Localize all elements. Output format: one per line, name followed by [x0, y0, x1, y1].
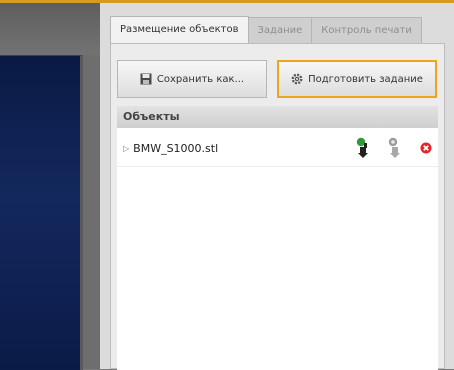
- object-name: BMW_S1000.stl: [133, 141, 219, 155]
- tab-content: Сохранить как... Подготовить задание Объ…: [110, 43, 445, 370]
- save-as-button[interactable]: Сохранить как...: [117, 60, 267, 98]
- objects-section-title: Объекты: [117, 106, 438, 128]
- tab-print-control[interactable]: Контроль печати: [311, 17, 422, 43]
- remove-support-icon[interactable]: [388, 137, 402, 159]
- expand-arrow-icon[interactable]: ▷: [123, 144, 129, 153]
- delete-icon[interactable]: [420, 142, 432, 154]
- right-panel: Размещение объектов Задание Контроль печ…: [100, 3, 454, 370]
- gear-icon: [291, 73, 303, 85]
- viewport-header: [0, 0, 100, 58]
- list-item[interactable]: ▷ BMW_S1000.stl: [117, 130, 438, 167]
- prepare-job-button[interactable]: Подготовить задание: [277, 60, 437, 98]
- save-as-label: Сохранить как...: [156, 73, 245, 85]
- floppy-disk-icon: [140, 73, 152, 85]
- 3d-viewport[interactable]: [0, 55, 83, 370]
- tab-job[interactable]: Задание: [247, 17, 313, 43]
- add-support-icon[interactable]: [356, 137, 370, 159]
- prepare-job-label: Подготовить задание: [308, 73, 423, 85]
- tab-object-placement[interactable]: Размещение объектов: [110, 16, 249, 44]
- row-actions: [338, 130, 432, 166]
- tab-bar: Размещение объектов Задание Контроль печ…: [110, 16, 422, 44]
- objects-list: ▷ BMW_S1000.stl: [117, 128, 438, 370]
